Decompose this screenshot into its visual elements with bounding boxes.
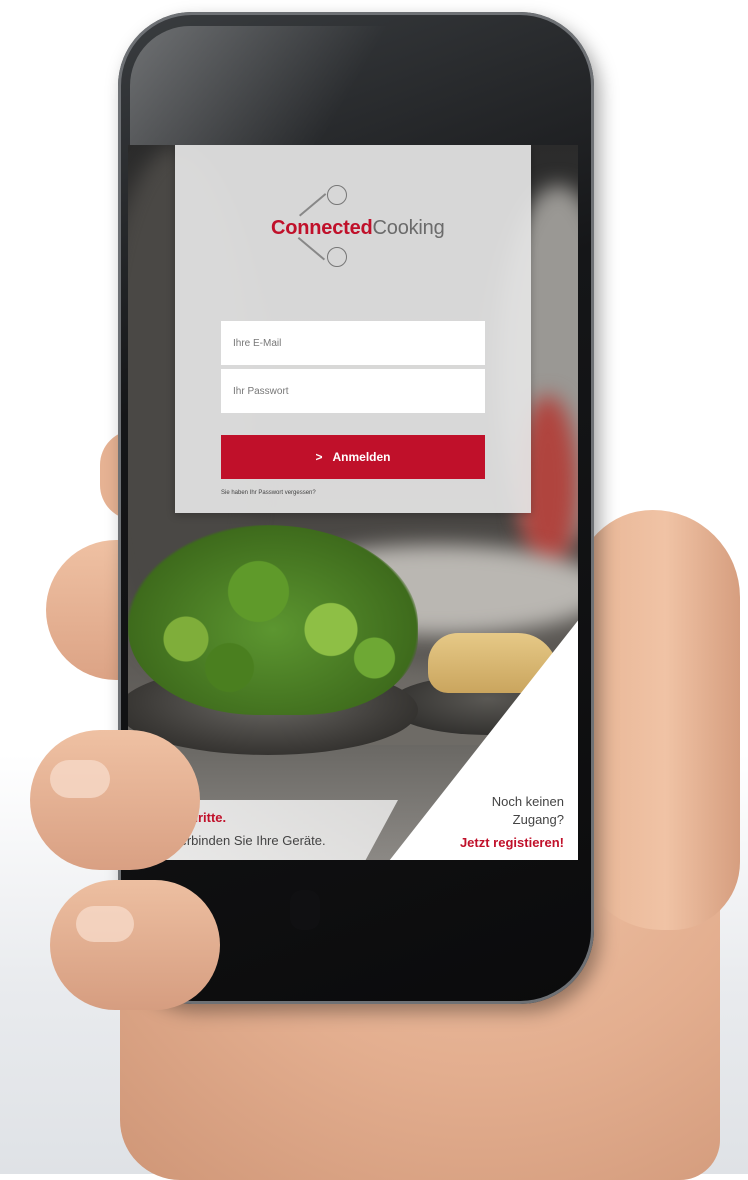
phone-home-button [290, 890, 320, 930]
logo-text-regular: Cooking [372, 217, 445, 239]
fingernail [76, 906, 134, 942]
register-prompt-line1: Noch keinen [491, 794, 564, 809]
email-input[interactable] [231, 336, 475, 350]
register-link[interactable]: Jetzt registieren! [460, 835, 564, 850]
password-input[interactable] [231, 384, 475, 398]
chevron-right-icon: > [315, 450, 323, 464]
login-panel: ConnectedCooking > Anmelden Sie haben Ih… [175, 145, 531, 513]
logo-text: ConnectedCooking [271, 217, 445, 240]
logo-text-bold: Connected [271, 217, 373, 239]
hand-thumb [575, 510, 740, 930]
login-button-label: Anmelden [332, 450, 391, 464]
fingernail [50, 760, 110, 798]
logo-connector [299, 193, 327, 217]
password-field[interactable] [221, 369, 485, 413]
email-field[interactable] [221, 321, 485, 365]
logo-node-icon [327, 185, 347, 205]
logo-connector [298, 237, 326, 261]
logo-node-icon [327, 247, 347, 267]
app-screen: ConnectedCooking > Anmelden Sie haben Ih… [128, 145, 578, 860]
login-button[interactable]: > Anmelden [221, 435, 485, 479]
phone-shine [130, 26, 430, 146]
connected-cooking-logo: ConnectedCooking [175, 181, 531, 271]
hand-finger-ring [50, 880, 220, 1010]
salad-image [128, 525, 418, 715]
register-prompt-line2: Zugang? [512, 812, 564, 827]
forgot-password-link[interactable]: Sie haben Ihr Passwort vergessen? [221, 490, 316, 496]
hand-finger-middle [30, 730, 200, 870]
register-prompt: Noch keinen Zugang? [492, 793, 564, 829]
